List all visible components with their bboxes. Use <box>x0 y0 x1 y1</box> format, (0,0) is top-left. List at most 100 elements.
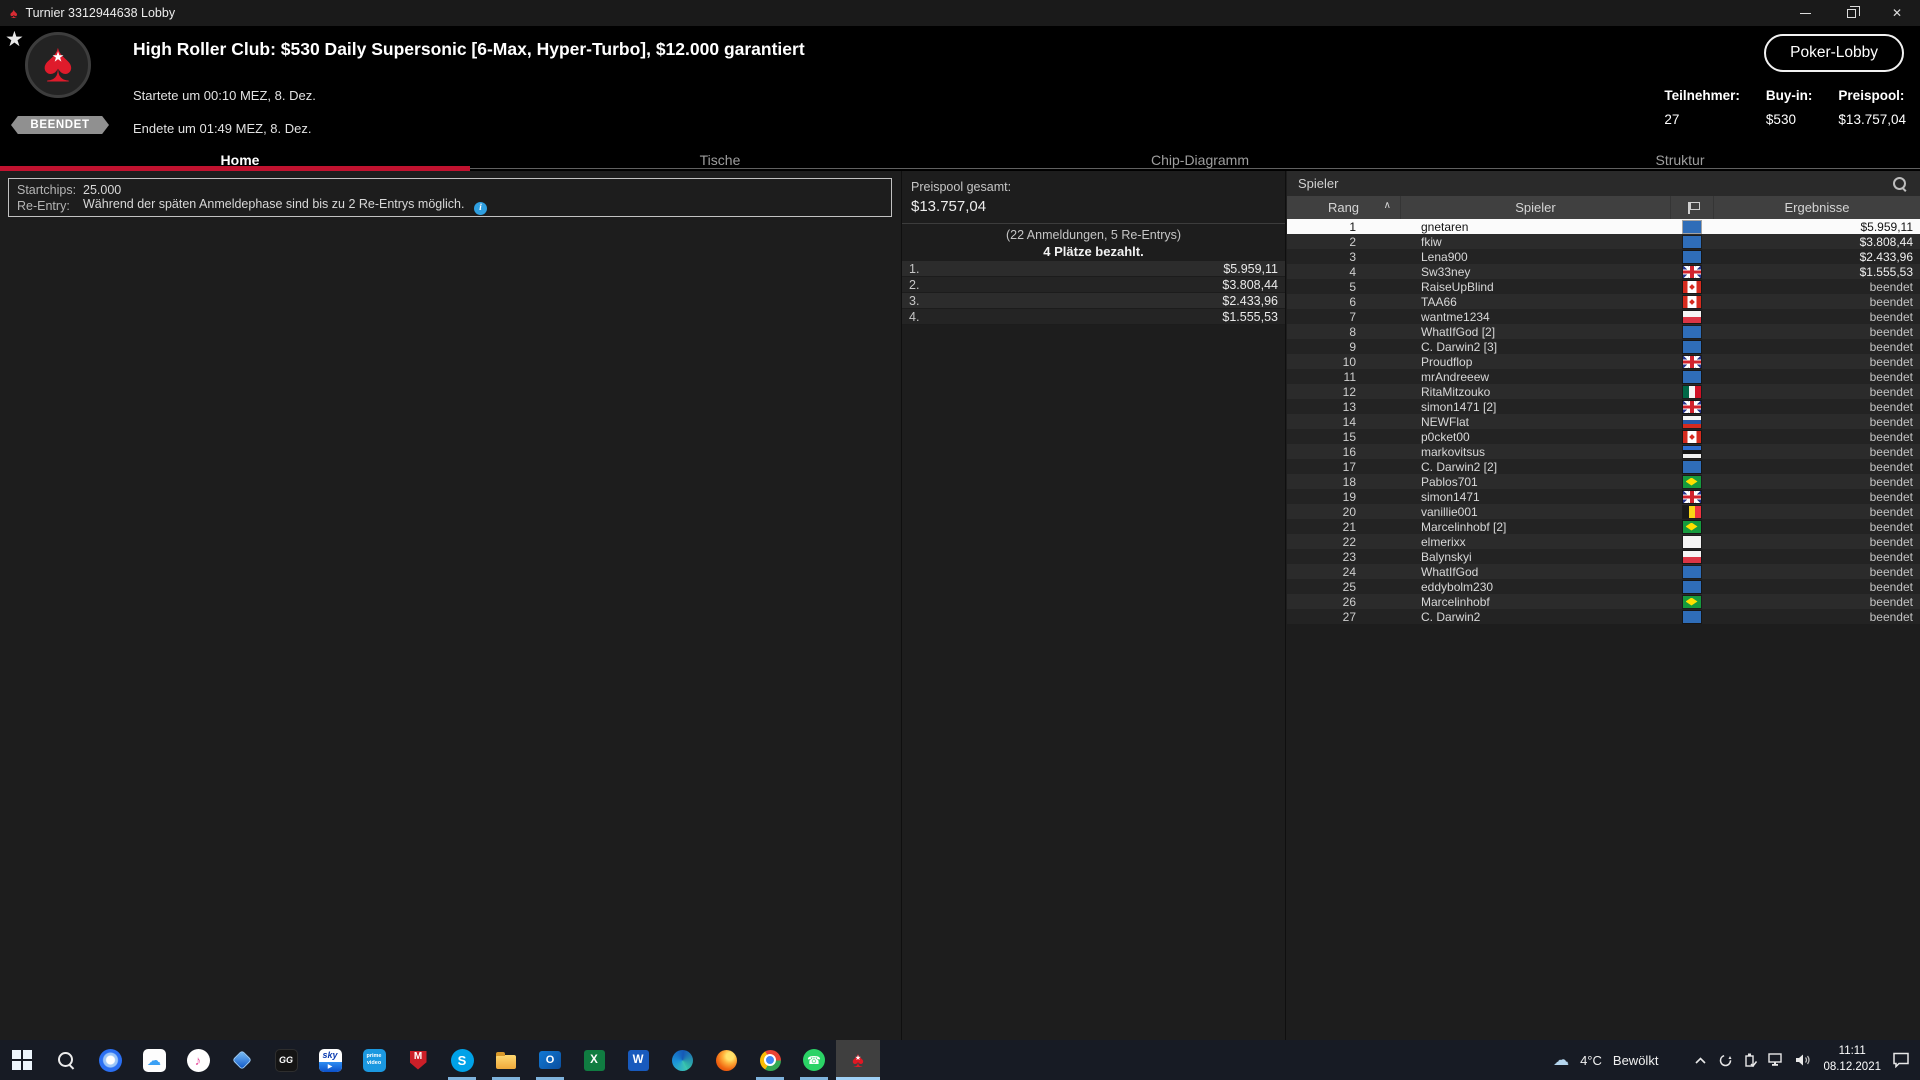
chrome-icon[interactable] <box>748 1040 792 1080</box>
tray-expand-chevron-icon[interactable] <box>1694 1056 1707 1065</box>
pokerstars-spade-icon: ♠ <box>10 5 17 21</box>
tournament-title: High Roller Club: $530 Daily Supersonic … <box>133 39 805 60</box>
player-row[interactable]: 4 Sw33ney $1.555,53 <box>1287 264 1920 279</box>
info-icon[interactable]: i <box>474 202 487 215</box>
country-flag-icon <box>1683 551 1701 563</box>
player-row[interactable]: 11 mrAndreeew beendet <box>1287 369 1920 384</box>
player-row[interactable]: 23 Balynskyi beendet <box>1287 549 1920 564</box>
country-flag-icon <box>1683 371 1701 383</box>
player-row[interactable]: 16 markovitsus beendet <box>1287 444 1920 459</box>
player-row[interactable]: 26 Marcelinhobf beendet <box>1287 594 1920 609</box>
close-button[interactable]: ✕ <box>1874 0 1920 26</box>
player-row[interactable]: 20 vanillie001 beendet <box>1287 504 1920 519</box>
word-icon[interactable]: W <box>616 1040 660 1080</box>
start-button-icon[interactable] <box>0 1040 44 1080</box>
sky-go-icon[interactable]: sky▶ <box>308 1040 352 1080</box>
pokerstars-taskbar-icon[interactable]: ♠★ <box>836 1040 880 1080</box>
file-explorer-icon[interactable] <box>484 1040 528 1080</box>
outlook-icon[interactable]: O <box>528 1040 572 1080</box>
restore-button[interactable] <box>1828 0 1874 26</box>
player-flag-cell <box>1670 401 1713 413</box>
payout-place: 2. <box>902 278 919 292</box>
whatsapp-icon[interactable]: ☎ <box>792 1040 836 1080</box>
country-flag-icon <box>1683 266 1701 278</box>
edge-browser-icon[interactable] <box>660 1040 704 1080</box>
player-flag-cell <box>1670 476 1713 488</box>
mcafee-shield-icon[interactable]: M <box>396 1040 440 1080</box>
firefox-icon[interactable] <box>704 1040 748 1080</box>
payout-place: 1. <box>902 262 919 276</box>
minimize-button[interactable] <box>1782 0 1828 26</box>
player-name: C. Darwin2 [2] <box>1400 460 1670 474</box>
ggpoker-icon[interactable]: GG <box>264 1040 308 1080</box>
column-header-player[interactable]: Spieler <box>1400 196 1670 219</box>
player-row[interactable]: 15 p0cket00 beendet <box>1287 429 1920 444</box>
players-table-header: Rang ∧ Spieler Ergebnisse <box>1287 196 1920 219</box>
player-flag-cell <box>1670 491 1713 503</box>
results-header-label: Ergebnisse <box>1784 200 1849 215</box>
player-row[interactable]: 18 Pablos701 beendet <box>1287 474 1920 489</box>
player-row[interactable]: 12 RitaMitzouko beendet <box>1287 384 1920 399</box>
player-row[interactable]: 3 Lena900 $2.433,96 <box>1287 249 1920 264</box>
player-row[interactable]: 22 elmerixx beendet <box>1287 534 1920 549</box>
tray-volume-icon[interactable] <box>1795 1053 1812 1067</box>
player-name: elmerixx <box>1400 535 1670 549</box>
icloud-icon[interactable]: ☁ <box>132 1040 176 1080</box>
country-flag-icon <box>1683 236 1701 248</box>
player-row[interactable]: 6 TAA66 beendet <box>1287 294 1920 309</box>
weather-condition[interactable]: Bewölkt <box>1613 1053 1659 1068</box>
weather-temp[interactable]: 4°C <box>1580 1053 1602 1068</box>
column-header-results[interactable]: Ergebnisse <box>1713 196 1920 219</box>
weather-cloud-icon[interactable]: ☁ <box>1553 1050 1569 1070</box>
stat-value: $530 <box>1766 112 1813 127</box>
videostudio-diamond-icon[interactable] <box>220 1040 264 1080</box>
player-row[interactable]: 14 NEWFlat beendet <box>1287 414 1920 429</box>
player-row[interactable]: 7 wantme1234 beendet <box>1287 309 1920 324</box>
player-row[interactable]: 9 C. Darwin2 [3] beendet <box>1287 339 1920 354</box>
player-row[interactable]: 19 simon1471 beendet <box>1287 489 1920 504</box>
player-row[interactable]: 2 fkiw $3.808,44 <box>1287 234 1920 249</box>
player-name: NEWFlat <box>1400 415 1670 429</box>
player-result: beendet <box>1713 595 1920 609</box>
tray-usb-icon[interactable] <box>1744 1053 1757 1068</box>
player-row[interactable]: 21 Marcelinhobf [2] beendet <box>1287 519 1920 534</box>
player-row[interactable]: 17 C. Darwin2 [2] beendet <box>1287 459 1920 474</box>
skype-icon[interactable]: S <box>440 1040 484 1080</box>
player-row[interactable]: 25 eddybolm230 beendet <box>1287 579 1920 594</box>
tray-network-icon[interactable] <box>1768 1053 1784 1067</box>
player-row[interactable]: 8 WhatIfGod [2] beendet <box>1287 324 1920 339</box>
tray-sync-icon[interactable] <box>1718 1053 1733 1068</box>
end-time-text: Endete um 01:49 MEZ, 8. Dez. <box>133 121 311 136</box>
player-name: mrAndreeew <box>1400 370 1670 384</box>
player-flag-cell <box>1670 251 1713 263</box>
player-name: vanillie001 <box>1400 505 1670 519</box>
itunes-icon[interactable]: ♪ <box>176 1040 220 1080</box>
action-center-icon[interactable] <box>1892 1052 1910 1068</box>
windows-taskbar: ☁ ♪ GG sky▶ prime video M S O X <box>0 1040 1920 1080</box>
search-icon[interactable] <box>1892 176 1908 192</box>
payout-row: 3. $2.433,96 <box>902 293 1285 309</box>
payout-place: 4. <box>902 310 919 324</box>
column-header-flag[interactable] <box>1670 196 1713 219</box>
player-flag-cell <box>1670 341 1713 353</box>
prime-video-icon[interactable]: prime video <box>352 1040 396 1080</box>
taskbar-clock[interactable]: 11:11 08.12.2021 <box>1823 1044 1881 1075</box>
player-rank: 22 <box>1287 535 1400 549</box>
column-header-rank[interactable]: Rang ∧ <box>1287 196 1400 219</box>
player-row[interactable]: 24 WhatIfGod beendet <box>1287 564 1920 579</box>
favorite-star-icon[interactable]: ★ <box>5 27 24 52</box>
player-row[interactable]: 1 gnetaren $5.959,11 <box>1287 219 1920 234</box>
lobby-content: Startchips: 25.000 Re-Entry: Während der… <box>0 171 1920 1040</box>
poker-lobby-button[interactable]: Poker-Lobby <box>1764 34 1904 72</box>
status-badge: BEENDET <box>11 116 109 134</box>
excel-icon[interactable]: X <box>572 1040 616 1080</box>
player-row[interactable]: 10 Proudflop beendet <box>1287 354 1920 369</box>
country-flag-icon <box>1683 281 1701 293</box>
prizepool-panel: Preispool gesamt: $13.757,04 (22 Anmeldu… <box>902 171 1286 1040</box>
player-row[interactable]: 27 C. Darwin2 beendet <box>1287 609 1920 624</box>
player-row[interactable]: 5 RaiseUpBlind beendet <box>1287 279 1920 294</box>
signal-messenger-icon[interactable] <box>88 1040 132 1080</box>
country-flag-icon <box>1683 581 1701 593</box>
taskbar-search-icon[interactable] <box>44 1040 88 1080</box>
player-row[interactable]: 13 simon1471 [2] beendet <box>1287 399 1920 414</box>
